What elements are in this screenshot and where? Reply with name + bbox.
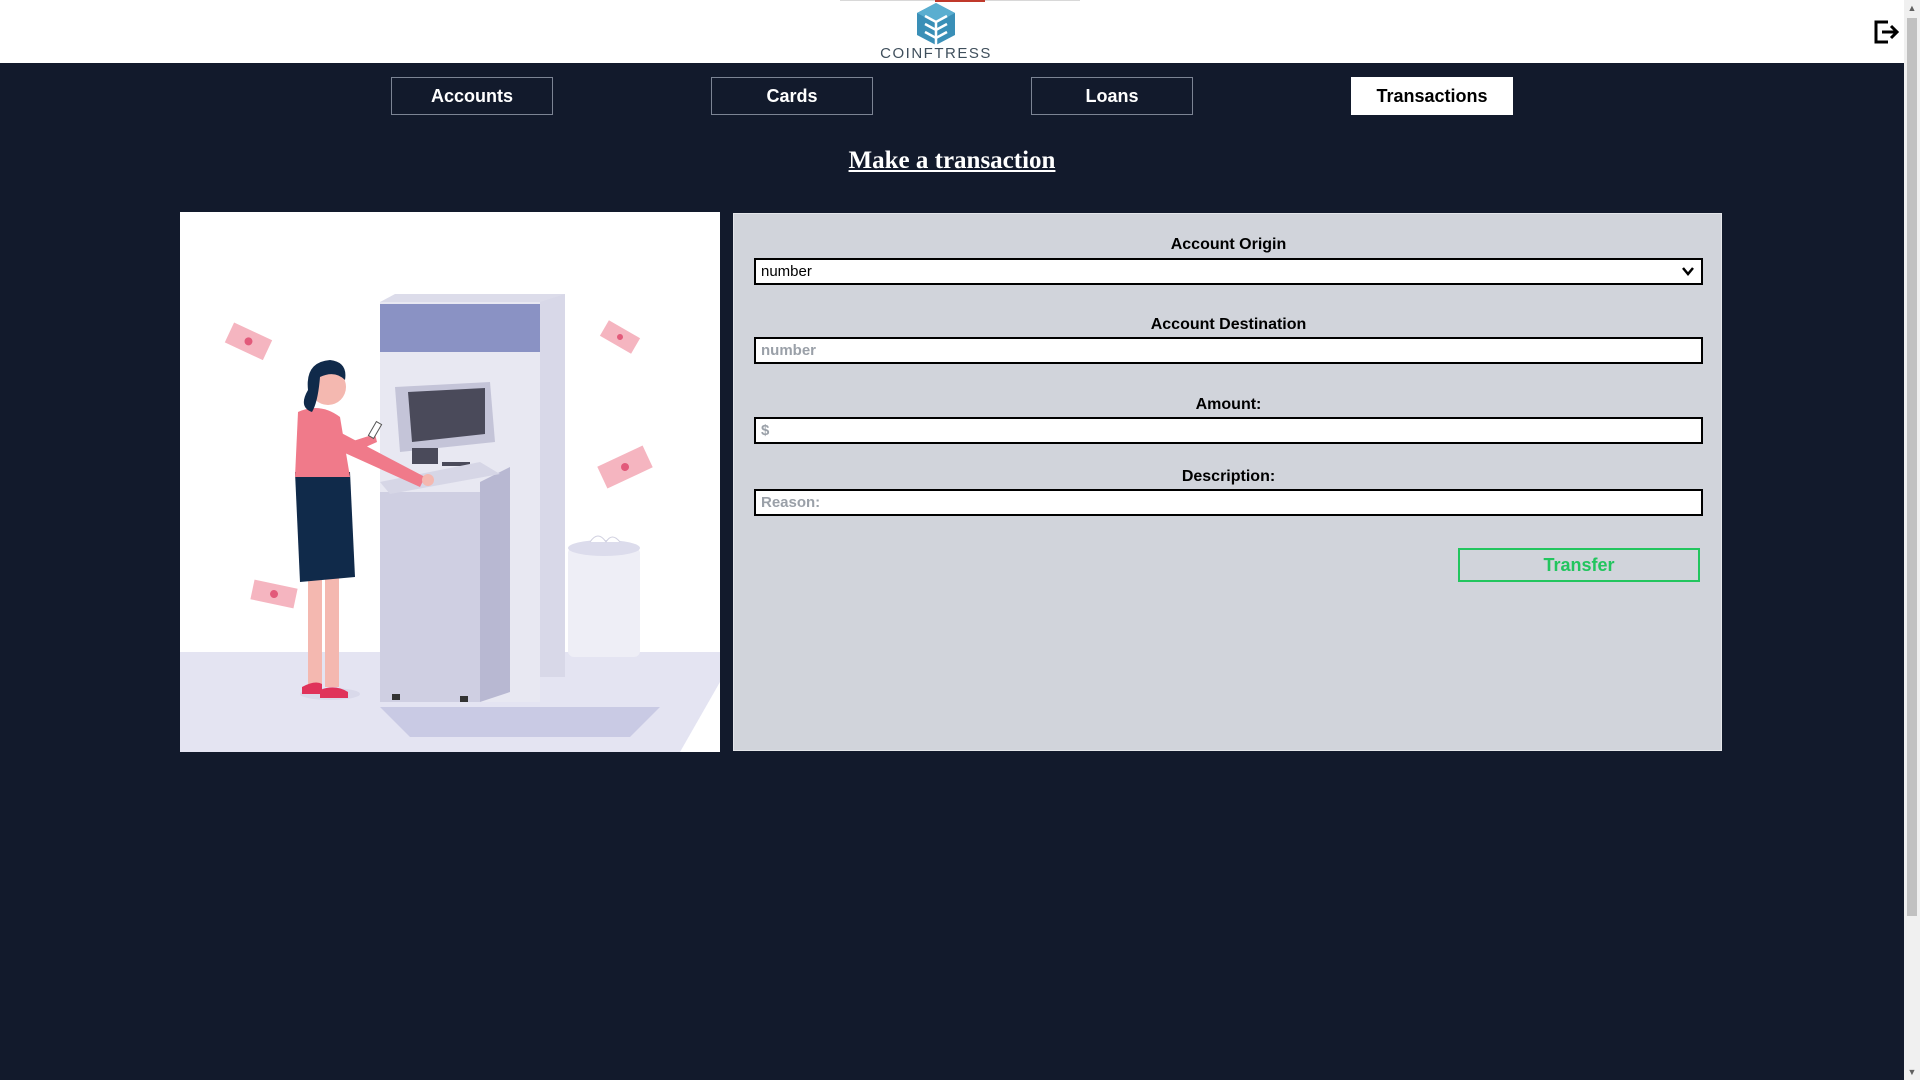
tab-transactions[interactable]: Transactions <box>1351 77 1513 115</box>
logout-icon <box>1874 20 1900 44</box>
brand-logo[interactable]: COINFTRESS <box>880 0 992 63</box>
top-header: COINFTRESS <box>0 0 1904 63</box>
amount-placeholder: $ <box>761 422 770 439</box>
tab-cards[interactable]: Cards <box>711 77 873 115</box>
scroll-down-arrow-icon[interactable]: ▼ <box>1904 1064 1920 1080</box>
account-origin-select[interactable]: number <box>754 258 1703 285</box>
description-placeholder: Reason: <box>761 494 821 511</box>
woman-atm-illustration <box>180 294 720 752</box>
description-label: Description: <box>1181 468 1276 485</box>
scrollbar-thumb[interactable] <box>1907 18 1917 916</box>
account-origin-label: Account Origin <box>1170 236 1287 253</box>
account-destination-input[interactable]: number <box>754 337 1703 364</box>
tab-accounts[interactable]: Accounts <box>391 77 553 115</box>
amount-input[interactable]: $ <box>754 417 1703 444</box>
atm-illustration <box>180 212 720 752</box>
chevron-down-icon <box>1682 267 1694 276</box>
logout-button[interactable] <box>1872 18 1900 46</box>
tab-loans[interactable]: Loans <box>1031 77 1193 115</box>
account-destination-label: Account Destination <box>1150 316 1307 333</box>
transfer-button[interactable]: Transfer <box>1458 548 1700 582</box>
amount-label: Amount: <box>1195 396 1262 413</box>
description-input[interactable]: Reason: <box>754 489 1703 516</box>
page-scrollbar[interactable]: ▲ ▼ <box>1904 0 1920 1080</box>
brand-name: COINFTRESS <box>880 45 992 62</box>
account-origin-value: number <box>761 263 812 280</box>
transaction-form: Account Origin number Account Destinatio… <box>733 213 1722 751</box>
scroll-up-arrow-icon[interactable]: ▲ <box>1904 0 1920 16</box>
account-destination-placeholder: number <box>761 342 817 359</box>
fortress-logo-icon <box>917 3 955 45</box>
page-title: Make a transaction <box>848 147 1056 174</box>
